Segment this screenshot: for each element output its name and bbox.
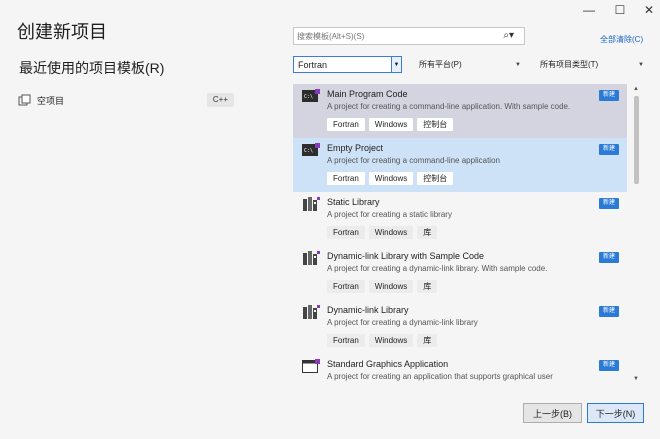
template-card[interactable]: Dynamic-link Library A project for creat… xyxy=(293,300,627,354)
library-icon xyxy=(303,251,320,265)
chevron-down-icon: ▼ xyxy=(638,61,644,68)
template-tag: 控制台 xyxy=(417,172,454,185)
close-button[interactable]: ✕ xyxy=(636,0,660,20)
new-badge: 新建 xyxy=(599,144,619,155)
template-description: A project for creating a dynamic-link li… xyxy=(327,264,548,273)
template-search-box[interactable]: ⌕▾ xyxy=(293,27,525,45)
template-tag: Fortran xyxy=(327,118,365,131)
search-icon[interactable]: ⌕▾ xyxy=(503,30,514,41)
minimize-button[interactable]: — xyxy=(576,0,602,20)
project-type-filter-select[interactable]: 所有项目类型(T) ▼ xyxy=(540,57,644,72)
new-badge: 新建 xyxy=(599,360,619,371)
template-name: Static Library xyxy=(327,197,380,207)
template-name: Standard Graphics Application xyxy=(327,359,449,369)
console-icon: C:\ xyxy=(302,143,320,156)
template-card[interactable]: C:\ Main Program Code A project for crea… xyxy=(293,84,627,138)
platform-filter-select[interactable]: 所有平台(P) ▼ xyxy=(419,57,521,72)
template-tag: Windows xyxy=(368,334,414,347)
next-button[interactable]: 下一步(N) xyxy=(587,403,644,423)
language-filter-value: Fortran xyxy=(298,59,328,70)
new-badge: 新建 xyxy=(599,306,619,317)
template-tag: Windows xyxy=(368,280,414,293)
template-tag: Windows xyxy=(368,118,414,131)
template-tag: Fortran xyxy=(327,334,365,347)
new-badge: 新建 xyxy=(599,90,619,101)
new-badge: 新建 xyxy=(599,252,619,263)
template-list-scrollbar[interactable]: ▲ ▼ xyxy=(632,86,640,386)
clear-all-link[interactable]: 全部清除(C) xyxy=(600,34,643,45)
maximize-button[interactable]: ☐ xyxy=(607,0,633,20)
language-filter-select[interactable]: Fortran ▼ xyxy=(293,56,402,73)
template-tag: 库 xyxy=(417,280,438,293)
project-type-filter-value: 所有项目类型(T) xyxy=(540,60,599,69)
template-tag: Fortran xyxy=(327,172,365,185)
platform-filter-value: 所有平台(P) xyxy=(419,60,462,69)
template-tag: Windows xyxy=(368,226,414,239)
recent-template-language-tag: C++ xyxy=(206,93,234,107)
template-tag: Fortran xyxy=(327,280,365,293)
new-badge: 新建 xyxy=(599,198,619,209)
window-app-icon xyxy=(302,359,320,373)
library-icon xyxy=(303,197,320,211)
recent-templates-title: 最近使用的项目模板(R) xyxy=(19,60,165,76)
page-title: 创建新项目 xyxy=(17,22,107,42)
template-card[interactable]: C:\ Empty Project A project for creating… xyxy=(293,138,627,192)
search-input[interactable] xyxy=(297,31,497,41)
template-tag: 控制台 xyxy=(417,118,454,131)
template-tag: Windows xyxy=(368,172,414,185)
template-card[interactable]: Dynamic-link Library with Sample Code A … xyxy=(293,246,627,300)
template-list: C:\ Main Program Code A project for crea… xyxy=(293,84,627,386)
scroll-up-icon[interactable]: ▲ xyxy=(632,86,640,92)
recent-template-label: 空项目 xyxy=(37,95,65,106)
template-description: A project for creating a dynamic-link li… xyxy=(327,318,478,327)
empty-project-icon xyxy=(18,94,31,105)
template-name: Empty Project xyxy=(327,143,384,153)
back-button[interactable]: 上一步(B) xyxy=(523,403,582,423)
template-name: Dynamic-link Library with Sample Code xyxy=(327,251,485,261)
template-description: A project for creating a command-line ap… xyxy=(327,156,500,165)
scroll-down-icon[interactable]: ▼ xyxy=(632,376,640,382)
svg-text:C:\: C:\ xyxy=(304,148,313,154)
console-icon: C:\ xyxy=(302,89,320,102)
template-tag: Fortran xyxy=(327,226,365,239)
template-tag: 库 xyxy=(417,226,438,239)
template-description: A project for creating a static library xyxy=(327,210,452,219)
library-icon xyxy=(303,305,320,319)
scrollbar-thumb[interactable] xyxy=(634,96,639,184)
template-name: Main Program Code xyxy=(327,89,408,99)
template-tag: 库 xyxy=(417,334,438,347)
chevron-down-icon: ▼ xyxy=(515,61,521,68)
chevron-down-icon[interactable]: ▼ xyxy=(391,57,401,72)
template-description: A project for creating a command-line ap… xyxy=(327,102,571,111)
recent-template-item[interactable]: 空项目 C++ xyxy=(18,90,238,110)
template-card[interactable]: Static Library A project for creating a … xyxy=(293,192,627,246)
template-card[interactable]: Standard Graphics Application A project … xyxy=(293,354,627,386)
svg-text:C:\: C:\ xyxy=(304,94,313,100)
template-name: Dynamic-link Library xyxy=(327,305,409,315)
template-description: A project for creating an application th… xyxy=(327,372,553,381)
